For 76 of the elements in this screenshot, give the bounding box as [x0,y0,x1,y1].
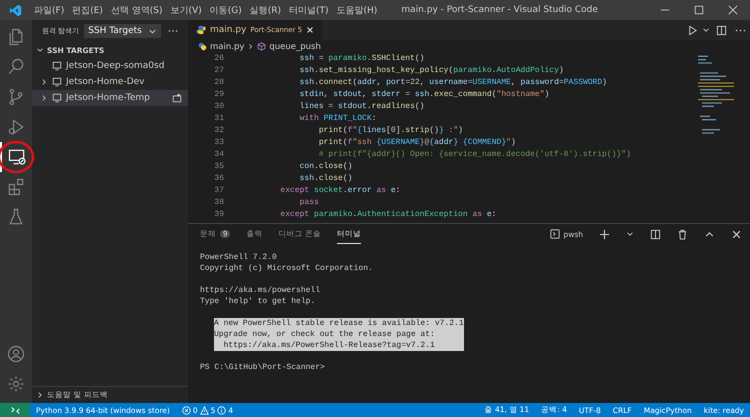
monitor-icon [52,61,62,71]
code-line: except paramiko.AuthenticationException as e: [279,209,496,221]
close-icon[interactable] [306,26,314,34]
new-window-icon[interactable] [172,93,182,103]
line-number: 36 [213,173,225,185]
app-logo-icon [9,4,22,16]
line-number: 33 [213,137,225,149]
breadcrumb-item[interactable]: main.py [210,42,244,52]
cube-icon [257,42,266,51]
code-line: # print(f"{addr}() Open: {service_name.decode('utf-8').strip()}") [318,149,631,161]
line-number: 35 [213,161,225,173]
tree-item[interactable]: Jetson-Home-Dev [32,74,188,90]
code-line: pass [298,197,319,209]
terminal-output: PowerShell 7.2.0 Copyright (c) Microsoft Corporation. [200,252,373,274]
code-line: print(f"{lines[0].strip()} :") [318,125,463,137]
chevron-icon [36,391,44,399]
close-icon[interactable] [731,228,742,240]
remote-icon [10,406,20,414]
menu-item[interactable]: 보기(V) [166,4,206,16]
monitor-icon [52,77,62,87]
error-icon [182,406,191,414]
menu-item[interactable]: 편집(E) [68,4,107,16]
info-icon [217,406,226,414]
line-number: 32 [213,125,225,137]
line-number: 39 [213,209,225,221]
chevron-right-icon [247,43,254,50]
line-number: 26 [213,53,225,65]
run-icon[interactable] [687,24,698,36]
close-icon[interactable] [728,5,738,15]
code-line: lines = stdout.readlines() [298,101,424,113]
code-line: con.close() [298,161,352,173]
line-number: 30 [213,101,225,113]
monitor-icon [52,93,62,103]
plus-icon[interactable] [599,228,610,240]
chevron-down-icon[interactable] [702,26,710,34]
code-line: except socket.error as e: [279,185,400,197]
menu-item[interactable]: 선택 영역(S) [106,4,167,16]
line-number: 34 [213,149,225,161]
code-line: ssh = paramiko.SSHClient() [298,53,424,65]
line-number: 28 [213,77,225,89]
breadcrumb-item[interactable]: queue_push [269,42,321,52]
remote-button[interactable] [0,403,30,417]
tree-item[interactable]: Jetson-Deep-soma0sd [32,58,188,74]
terminal-output: https://aka.ms/powershell Type 'help' to get help. [200,285,320,307]
python-file-icon [196,25,206,35]
menu-item[interactable]: 이동(G) [206,4,246,16]
line-number: 38 [213,197,225,209]
menu-item[interactable]: 실행(R) [246,4,285,16]
chevron-down-icon[interactable] [626,230,634,238]
split-editor-icon[interactable] [716,24,727,36]
code-line: ssh.close() [298,173,352,185]
code-line: print(f"ssh {USERNAME}@{addr} {COMMEND}") [318,137,516,149]
line-number: 31 [213,113,225,125]
python-file-icon [198,42,207,51]
code-line: ssh.set_missing_host_key_policy(paramiko.AutoAddPolicy) [298,65,564,77]
terminal-icon [550,229,560,239]
split-terminal-icon[interactable] [650,228,661,240]
line-number: 27 [213,65,225,77]
menu-item[interactable]: 도움말(H) [332,4,382,16]
menu-item[interactable]: 터미널(T) [285,4,333,16]
code-line: ssh.connect(addr, port=22, username=USERNAME, password=PASSWORD) [298,77,607,89]
menu-item[interactable]: 파일(F) [30,4,68,16]
line-number: 37 [213,185,225,197]
tree-item[interactable]: Jetson-Home-Temp [32,90,188,106]
more-icon[interactable] [168,29,178,33]
target-dropdown[interactable]: SSH Targets [84,24,161,38]
code-line: with PRINT_LOCK: [298,113,376,125]
code-line: stdin, stdout, stderr = ssh.exec_command("hostname") [298,89,550,101]
line-number: 29 [213,89,225,101]
terminal-output: PS C:\GitHub\Port-Scanner> [200,362,325,373]
maximize-icon[interactable] [694,5,704,15]
trash-icon[interactable] [677,228,688,240]
window-title: main.py - Port-Scanner - Visual Studio Code [400,5,599,15]
selected-terminal-text: A new PowerShell stable release is available: v7.2.1 Upgrade now, or check out the release page at: https://aka.ms/PowerShell-Release?tag=v7.2.1 [214,318,464,351]
warning-icon [200,406,209,414]
chevron-icon [36,46,44,54]
